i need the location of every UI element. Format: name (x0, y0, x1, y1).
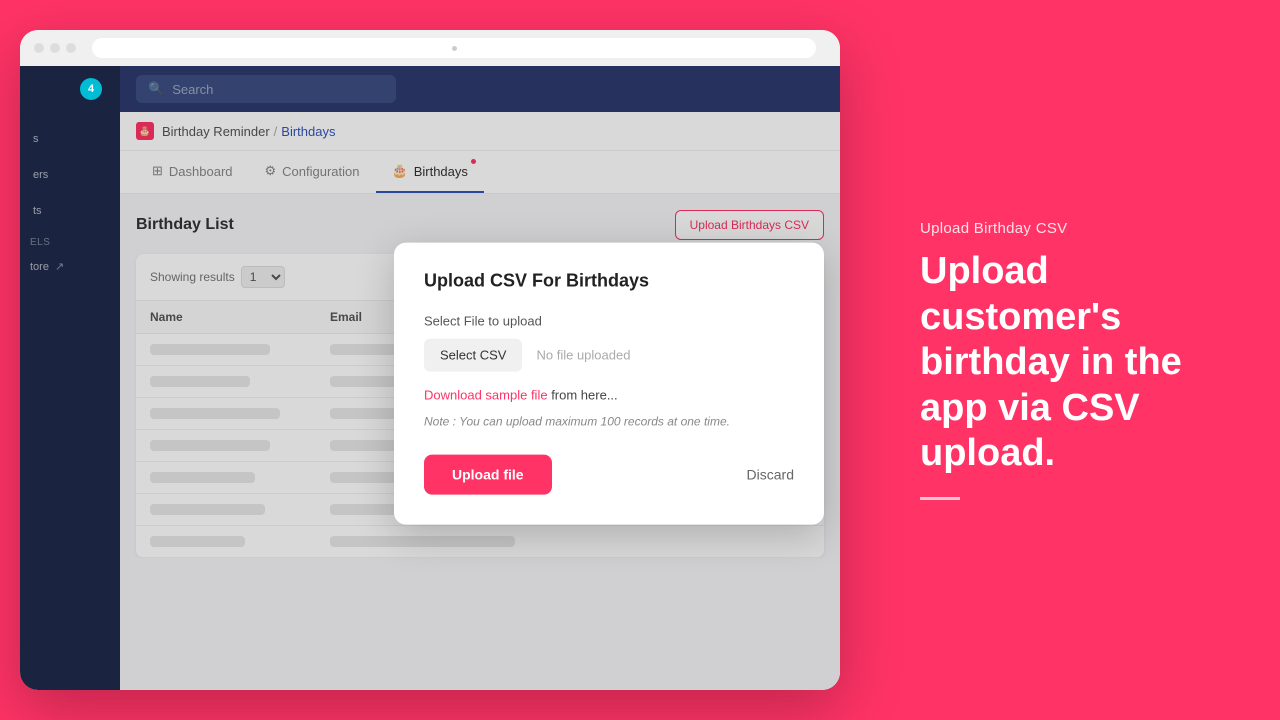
file-select-row: Select CSV No file uploaded (424, 339, 794, 372)
browser-card: 4 s ers ts ELS tore ↗ 🔍 Search (20, 30, 840, 690)
browser-address-bar (92, 38, 816, 58)
download-suffix: from here... (548, 388, 618, 403)
browser-top-bar (20, 30, 840, 66)
sidebar-nav: s ers ts ELS tore ↗ (20, 121, 120, 281)
sidebar-item-ers[interactable]: ers (20, 157, 120, 193)
address-dot (452, 46, 457, 51)
right-panel: Upload Birthday CSV Upload customer's bi… (920, 220, 1220, 500)
modal-title: Upload CSV For Birthdays (424, 271, 794, 292)
app-layout: 4 s ers ts ELS tore ↗ 🔍 Search (20, 66, 840, 690)
sidebar-store-label: tore (30, 261, 49, 273)
browser-dot-yellow (50, 43, 60, 53)
modal-actions: Upload file Discard (424, 455, 794, 495)
modal-section-label: Select File to upload (424, 314, 794, 329)
discard-button[interactable]: Discard (747, 467, 794, 483)
upload-csv-modal: Upload CSV For Birthdays Select File to … (394, 243, 824, 525)
sidebar: 4 s ers ts ELS tore ↗ (20, 66, 120, 690)
right-panel-title: Upload customer's birthday in the app vi… (920, 249, 1220, 477)
main-content: 🔍 Search 🎂 Birthday Reminder / Birthdays… (120, 66, 840, 690)
external-link-icon: ↗ (55, 260, 64, 273)
select-csv-button[interactable]: Select CSV (424, 339, 522, 372)
sidebar-item-ts[interactable]: ts (20, 193, 120, 229)
upload-file-button[interactable]: Upload file (424, 455, 552, 495)
sidebar-item-s[interactable]: s (20, 121, 120, 157)
sidebar-action-store[interactable]: tore ↗ (20, 252, 120, 281)
no-file-text: No file uploaded (536, 348, 630, 363)
right-panel-divider (920, 497, 960, 500)
note-text: Note : You can upload maximum 100 record… (424, 415, 794, 429)
download-sample-link[interactable]: Download sample file (424, 388, 548, 403)
right-panel-subtitle: Upload Birthday CSV (920, 220, 1220, 237)
browser-dot-green (66, 43, 76, 53)
sidebar-badge: 4 (80, 78, 102, 100)
sidebar-section-els: ELS (20, 229, 120, 252)
browser-dot-red (34, 43, 44, 53)
download-sample-row: Download sample file from here... (424, 388, 794, 403)
